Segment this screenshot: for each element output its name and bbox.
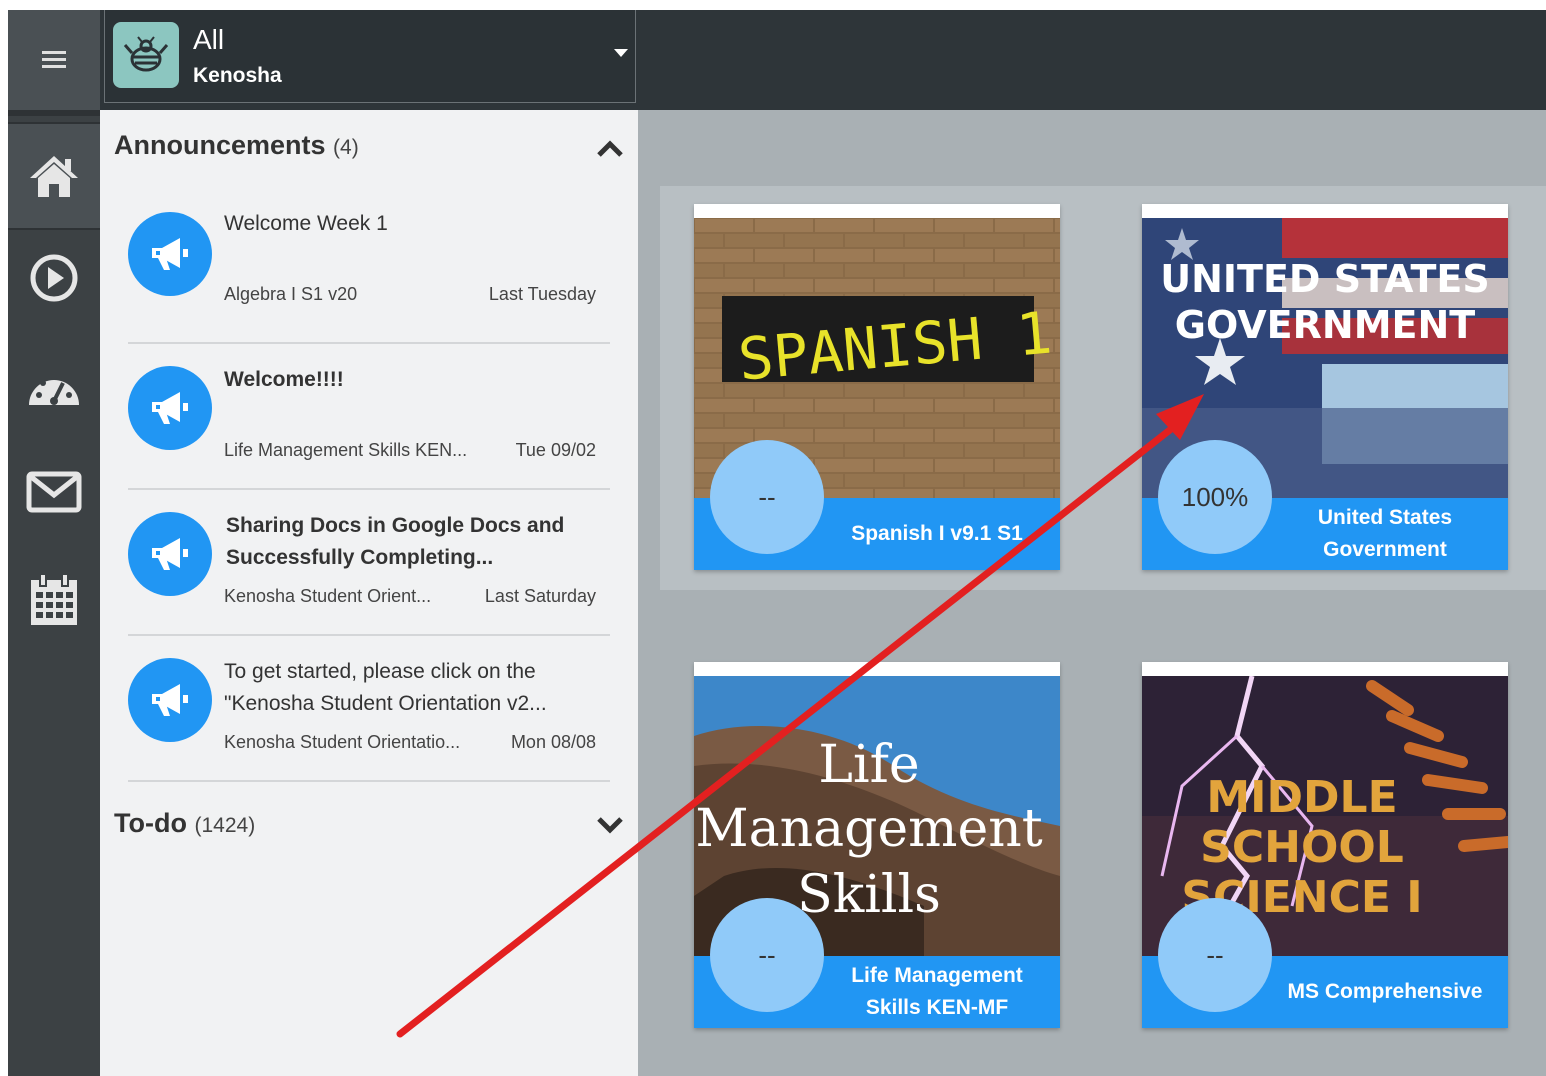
megaphone-icon [128,658,212,742]
course-grid: SPANISH 1 Spanish I v9.1 S1 -- UNITED ST… [638,110,1546,1076]
nav-rail [8,10,100,1076]
course-progress: 100% [1158,440,1272,554]
mail-button[interactable] [8,442,100,542]
announcements-header[interactable]: Announcements (4) [114,130,359,161]
announcement-item[interactable]: To get started, please click on the "Ken… [128,634,610,782]
megaphone-icon [128,212,212,296]
calendar-button[interactable] [8,550,100,650]
calendar-icon [31,573,77,625]
life-title-line1: Life [818,735,919,795]
announcement-course: Kenosha Student Orient... [224,586,432,606]
org-title: All [193,24,225,55]
announcement-date: Tue 09/02 [515,440,596,460]
chevron-up-icon[interactable] [596,140,624,158]
announcement-title: To get started, please click on the "Ken… [224,660,547,715]
announcement-course: Life Management Skills KEN... [224,440,468,460]
course-progress: -- [710,898,824,1012]
org-logo-icon [113,22,179,88]
course-card[interactable]: MIDDLE SCHOOL SCIENCE I MS Comprehensive… [1142,662,1508,1028]
announcement-course: Algebra I S1 v20 [224,284,358,304]
announcement-item[interactable]: Welcome Week 1 Algebra I S1 v20 Last Tue… [128,196,610,344]
home-button[interactable] [8,122,100,230]
todo-label: To-do [114,808,187,838]
home-icon [30,156,78,197]
dashboard-gauge-icon [28,374,79,405]
menu-button[interactable] [8,10,100,116]
announcement-title: Welcome!!!! [224,368,344,391]
course-progress: -- [710,440,824,554]
course-name: Life Management Skills KEN-MF [851,964,1023,1019]
announcement-title: Welcome Week 1 [224,212,388,235]
caret-down-icon [614,49,628,57]
course-progress: -- [1158,898,1272,1012]
announcements-count: (4) [333,136,359,159]
menu-icon [42,51,66,68]
org-subtitle: Kenosha [193,64,282,87]
course-name: MS Comprehensive [1287,980,1483,1003]
announcement-title: Sharing Docs in Google Docs and Successf… [226,514,565,569]
usgov-title-line1: UNITED STATES [1160,257,1490,301]
dashboard-button[interactable] [8,338,100,438]
life-title-line3: Skills [797,865,941,925]
top-bar: All Kenosha [100,10,1546,110]
app-window: All Kenosha Announcements (4) Welcome We… [8,10,1546,1076]
ms-title-line1: MIDDLE [1206,772,1397,823]
org-selector[interactable]: All Kenosha [104,10,636,103]
play-circle-icon [30,254,78,302]
announcement-date: Last Tuesday [488,284,596,304]
announcement-course: Kenosha Student Orientatio... [224,732,461,752]
announcements-label: Announcements [114,130,326,160]
ms-title-line2: SCHOOL [1200,822,1404,873]
announcement-item[interactable]: Welcome!!!! Life Management Skills KEN..… [128,342,610,490]
megaphone-icon [128,512,212,596]
course-card[interactable]: Life Management Skills Life Management S… [694,662,1060,1028]
life-title-line2: Management [695,799,1042,859]
usgov-title-line2: GOVERNMENT [1175,303,1475,347]
todo-header[interactable]: To-do (1424) [114,808,255,839]
course-name: United States Government [1317,506,1453,561]
megaphone-icon [128,366,212,450]
media-button[interactable] [8,228,100,328]
announcement-date: Mon 08/08 [510,732,596,752]
course-name: Spanish I v9.1 S1 [851,522,1023,545]
course-card[interactable]: UNITED STATES GOVERNMENT United States G… [1142,204,1508,570]
course-card[interactable]: SPANISH 1 Spanish I v9.1 S1 -- [694,204,1060,570]
mail-icon [26,471,82,513]
side-panel: Announcements (4) Welcome Week 1 Algebra… [100,110,638,1076]
chevron-down-icon[interactable] [596,816,624,834]
todo-count: (1424) [194,814,256,837]
announcement-date: Last Saturday [484,586,596,606]
announcement-item[interactable]: Sharing Docs in Google Docs and Successf… [128,488,610,636]
